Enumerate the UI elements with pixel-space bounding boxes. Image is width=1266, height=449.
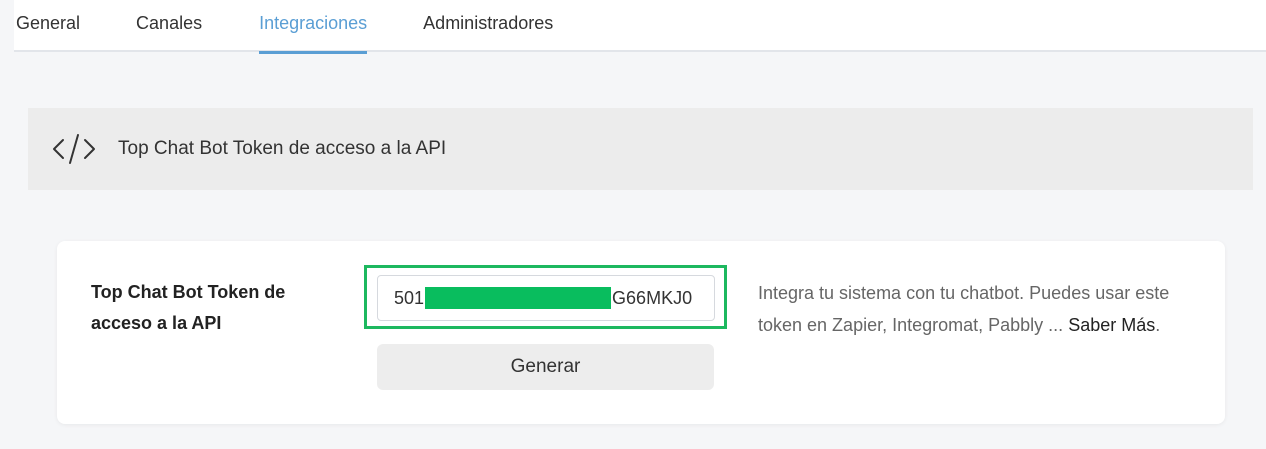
tab-general[interactable]: General — [16, 0, 80, 52]
token-prefix: 501 — [394, 287, 425, 308]
tab-administradores[interactable]: Administradores — [423, 0, 553, 52]
help-end: . — [1155, 315, 1161, 335]
generate-token-button[interactable]: Generar — [377, 344, 714, 390]
section-header: Top Chat Bot Token de acceso a la API — [28, 108, 1253, 190]
token-suffix: G66MKJ0 — [612, 287, 693, 308]
tab-integraciones[interactable]: Integraciones — [259, 0, 368, 54]
token-label: Top Chat Bot Token de acceso a la API — [91, 282, 286, 333]
api-token-card: Top Chat Bot Token de acceso a la API 50… — [57, 241, 1225, 424]
code-icon — [50, 131, 98, 167]
saber-mas-link[interactable]: Saber Más — [1068, 315, 1155, 335]
integrations-page: General Canales Integraciones Administra… — [0, 0, 1266, 449]
settings-tabs: General Canales Integraciones Administra… — [14, 0, 1266, 54]
api-token-field[interactable]: 501 G66MKJ0 — [377, 275, 715, 321]
section-title: Top Chat Bot Token de acceso a la API — [118, 138, 447, 159]
token-help-text: Integra tu sistema con tu chatbot. Puede… — [758, 277, 1178, 341]
token-redaction-mask — [425, 287, 612, 309]
tab-canales[interactable]: Canales — [136, 0, 202, 52]
